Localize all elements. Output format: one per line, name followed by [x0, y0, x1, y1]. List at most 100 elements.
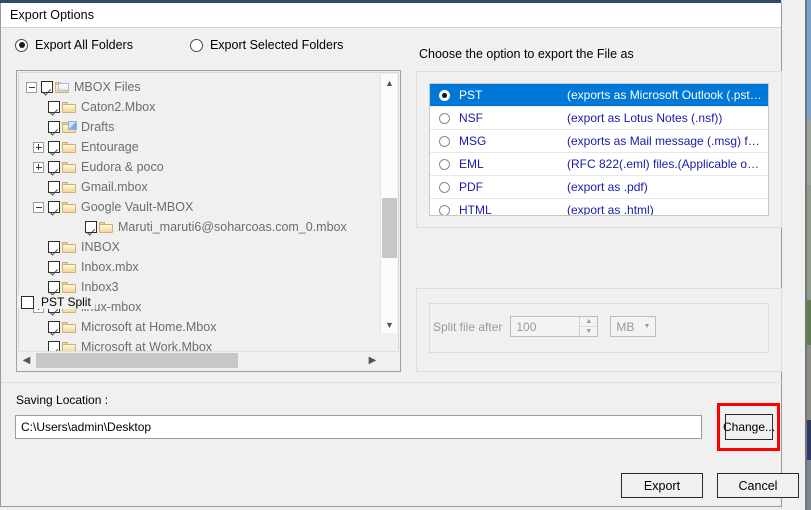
format-option-msg[interactable]: MSG(exports as Mail message (.msg) files… — [430, 129, 768, 152]
radio-export-selected-folders[interactable]: Export Selected Folders — [190, 38, 343, 52]
scroll-up-icon[interactable]: ▲ — [381, 74, 398, 91]
format-radio-pst[interactable] — [439, 90, 450, 101]
tree-node-label: Inbox3 — [81, 280, 119, 294]
tree-node[interactable]: INBOX — [19, 237, 385, 257]
expand-icon[interactable] — [33, 142, 44, 153]
tree-node[interactable]: Entourage — [19, 137, 385, 157]
folder-icon — [62, 342, 76, 352]
tree-node[interactable]: Caton2.Mbox — [19, 97, 385, 117]
format-description: (export as .html) — [567, 203, 768, 216]
format-option-pst[interactable]: PST(exports as Microsoft Outlook (.pst) … — [430, 84, 768, 106]
scroll-down-icon[interactable]: ▼ — [381, 316, 398, 333]
format-name: EML — [459, 157, 567, 171]
folder-multi-icon — [55, 82, 69, 93]
tree-node-checkbox[interactable] — [48, 181, 60, 193]
tree-node-checkbox[interactable] — [41, 81, 53, 93]
radio-export-all-folders[interactable]: Export All Folders — [15, 38, 133, 52]
tree-node[interactable]: Microsoft at Work.Mbox — [19, 337, 385, 351]
format-option-pdf[interactable]: PDF(export as .pdf) — [430, 175, 768, 198]
chevron-down-icon: ▼ — [643, 323, 650, 330]
saving-location-input[interactable]: C:\Users\admin\Desktop — [15, 415, 702, 439]
tree-node-label: Microsoft at Home.Mbox — [81, 320, 216, 334]
folder-icon — [62, 242, 76, 253]
tree-node[interactable]: Drafts — [19, 117, 385, 137]
section-divider — [1, 382, 783, 383]
change-button[interactable]: Change... — [725, 414, 773, 440]
horizontal-scrollbar-thumb[interactable] — [36, 353, 238, 368]
collapse-icon[interactable] — [26, 82, 37, 93]
format-radio-eml[interactable] — [439, 159, 450, 170]
split-size-value[interactable]: 100 — [511, 320, 579, 334]
format-description: (export as Lotus Notes (.nsf)) — [567, 111, 768, 125]
tree-node-label: Caton2.Mbox — [81, 100, 155, 114]
format-option-html[interactable]: HTML(export as .html) — [430, 198, 768, 216]
radio-export-all-folders-indicator[interactable] — [15, 39, 28, 52]
format-radio-html[interactable] — [439, 205, 450, 216]
tree-node-label: Inbox.mbx — [81, 260, 139, 274]
pst-split-checkbox-row[interactable]: PST Split — [17, 295, 95, 309]
tree-node[interactable]: Google Vault-MBOX — [19, 197, 385, 217]
format-option-eml[interactable]: EML(RFC 822(.eml) files.(Applicable only… — [430, 152, 768, 175]
tree-node[interactable]: Eudora & poco — [19, 157, 385, 177]
format-option-list[interactable]: PST(exports as Microsoft Outlook (.pst) … — [429, 83, 769, 216]
format-description: (exports as Mail message (.msg) files.) — [567, 134, 768, 148]
split-unit-select[interactable]: MB ▼ — [610, 316, 656, 337]
scroll-left-icon[interactable]: ◀ — [18, 352, 35, 369]
split-size-stepper-buttons[interactable]: ▲ ▼ — [579, 317, 597, 336]
split-unit-value: MB — [616, 320, 634, 334]
tree-node-checkbox[interactable] — [85, 221, 97, 233]
tree-node-checkbox[interactable] — [48, 341, 60, 351]
tree-node-checkbox[interactable] — [48, 161, 60, 173]
collapse-icon[interactable] — [33, 202, 44, 213]
tree-node[interactable]: MBOX Files — [19, 77, 385, 97]
tree-node-checkbox[interactable] — [48, 121, 60, 133]
folder-draft-icon — [62, 122, 76, 133]
tree-node-label: Drafts — [81, 120, 114, 134]
format-name: NSF — [459, 111, 567, 125]
folder-tree-list: MBOX Files Caton2.Mbox Drafts EntourageEudo… — [19, 77, 385, 351]
vertical-scrollbar-thumb[interactable] — [382, 198, 397, 258]
radio-export-all-folders-label: Export All Folders — [35, 38, 133, 52]
tree-node-checkbox[interactable] — [48, 201, 60, 213]
tree-node-checkbox[interactable] — [48, 101, 60, 113]
format-option-nsf[interactable]: NSF(export as Lotus Notes (.nsf)) — [430, 106, 768, 129]
pst-split-checkbox[interactable] — [21, 296, 34, 309]
tree-node-label: INBOX — [81, 240, 120, 254]
export-scope-group: Export All Folders Export Selected Folde… — [1, 29, 781, 61]
pst-split-controls: Split file after 100 ▲ ▼ MB ▼ — [433, 316, 656, 337]
format-description: (RFC 822(.eml) files.(Applicable only fo… — [567, 157, 768, 171]
format-radio-nsf[interactable] — [439, 113, 450, 124]
tree-node-checkbox[interactable] — [48, 261, 60, 273]
tree-node[interactable]: Gmail.mbox — [19, 177, 385, 197]
expand-icon[interactable] — [33, 162, 44, 173]
tree-node[interactable]: Maruti_maruti6@soharcoas.com_0.mbox — [19, 217, 385, 237]
format-radio-pdf[interactable] — [439, 182, 450, 193]
pst-split-label: PST Split — [41, 295, 91, 309]
tree-node[interactable]: Microsoft at Home.Mbox — [19, 317, 385, 337]
stepper-up-icon[interactable]: ▲ — [580, 317, 597, 326]
export-options-dialog: Export Options Export All Folders Export… — [0, 3, 782, 507]
folder-tree-vertical-scrollbar[interactable]: ▲ ▼ — [380, 74, 397, 333]
format-group-box: PST(exports as Microsoft Outlook (.pst) … — [416, 71, 782, 228]
folder-tree-horizontal-scrollbar[interactable]: ◀ ▶ — [18, 351, 399, 370]
tree-node-checkbox[interactable] — [48, 241, 60, 253]
stepper-down-icon[interactable]: ▼ — [580, 326, 597, 336]
split-size-stepper[interactable]: 100 ▲ ▼ — [510, 316, 598, 337]
format-heading: Choose the option to export the File as — [419, 47, 634, 61]
export-button[interactable]: Export — [621, 473, 703, 498]
tree-node-checkbox[interactable] — [48, 281, 60, 293]
tree-node-checkbox[interactable] — [48, 321, 60, 333]
folder-tree-viewport[interactable]: MBOX Files Caton2.Mbox Drafts EntourageEudo… — [18, 72, 399, 351]
radio-export-selected-folders-indicator[interactable] — [190, 39, 203, 52]
cancel-button[interactable]: Cancel — [717, 473, 799, 498]
scroll-right-icon[interactable]: ▶ — [364, 352, 381, 369]
tree-node-checkbox[interactable] — [48, 141, 60, 153]
tree-node[interactable]: Inbox3 — [19, 277, 385, 297]
format-description: (export as .pdf) — [567, 180, 768, 194]
format-radio-msg[interactable] — [439, 136, 450, 147]
folder-icon — [62, 102, 76, 113]
tree-node[interactable]: Inbox.mbx — [19, 257, 385, 277]
tree-node-label: Google Vault-MBOX — [81, 200, 193, 214]
tree-node-label: Maruti_maruti6@soharcoas.com_0.mbox — [118, 220, 347, 234]
folder-icon — [62, 262, 76, 273]
